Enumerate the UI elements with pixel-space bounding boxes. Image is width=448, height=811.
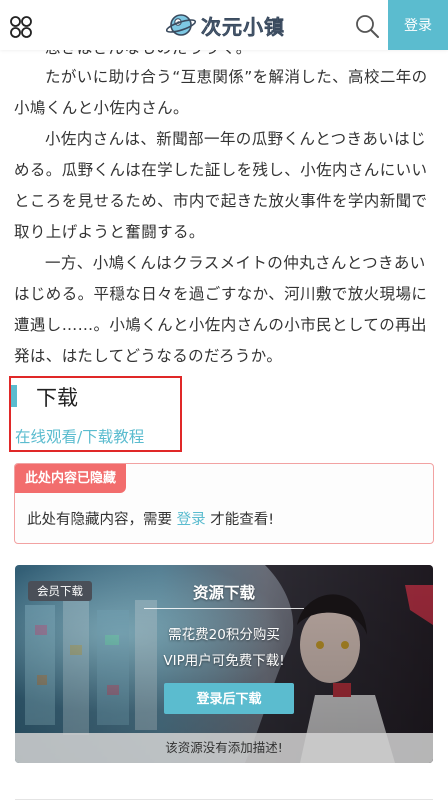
hidden-content-badge: 此处内容已隐藏 bbox=[15, 464, 127, 493]
article-paragraph: 小佐内さんは、新聞部一年の瓜野くんとつきあいはじめる。瓜野くんは在学した証しを残… bbox=[14, 130, 428, 241]
vip-free-note: VIP用户可免费下载! bbox=[163, 653, 285, 669]
resource-title: 资源下载 bbox=[192, 584, 255, 602]
hidden-text-after: 才能查看! bbox=[205, 512, 275, 528]
title-divider bbox=[144, 608, 304, 609]
resource-description: 该资源没有添加描述! bbox=[15, 733, 433, 763]
logo-text: 次元小镇 bbox=[201, 14, 285, 39]
hidden-login-link[interactable]: 登录 bbox=[177, 512, 206, 528]
hidden-text-before: 此处有隐藏内容，需要 bbox=[27, 512, 177, 528]
section-accent-bar bbox=[11, 385, 17, 407]
site-logo[interactable]: 次元小镇 bbox=[165, 9, 285, 41]
article-paragraph: 一方、小鳩くんはクラスメイトの仲丸さんとつきあいはじめる。平穏な日々を過ごすなか… bbox=[14, 254, 428, 365]
article-paragraph: たがいに助け合う“互恵関係”を解消した、高校二年の小鳩くんと小佐内さん。 bbox=[14, 68, 428, 117]
menu-grid-icon[interactable] bbox=[8, 14, 34, 40]
login-to-download-button[interactable]: 登录后下载 bbox=[164, 683, 294, 714]
article-body: 思きはさんなものだううく。 たがいに助け合う“互恵関係”を解消した、高校二年の小… bbox=[0, 39, 448, 372]
planet-logo-icon bbox=[165, 14, 197, 36]
download-section: 下载 在线观看/下载教程 bbox=[9, 376, 182, 452]
resource-price: 需花费20积分购买 bbox=[168, 627, 280, 643]
hidden-content-box: 此处内容已隐藏 此处有隐藏内容，需要 登录 才能查看! bbox=[14, 463, 434, 544]
resource-download-card: 会员下载 资源下载 需花费20积分购买 VIP用户可免费下载! 登录后下载 该资… bbox=[15, 565, 433, 763]
hidden-content-message: 此处有隐藏内容，需要 登录 才能查看! bbox=[27, 508, 274, 529]
section-divider bbox=[15, 799, 433, 800]
login-button[interactable]: 登录 bbox=[388, 0, 448, 50]
download-heading: 下载 bbox=[36, 386, 78, 410]
top-header: 次元小镇 登录 bbox=[0, 0, 448, 50]
search-icon[interactable] bbox=[354, 13, 380, 39]
download-tutorial-link[interactable]: 在线观看/下载教程 bbox=[15, 425, 144, 447]
